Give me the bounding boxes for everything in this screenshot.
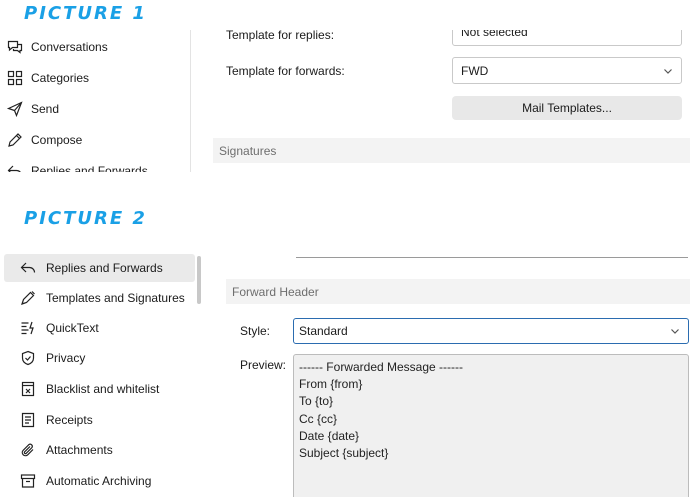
reply-icon xyxy=(20,262,36,273)
sidebar-item-label: QuickText xyxy=(46,321,99,335)
settings-sidebar: Replies and Forwards Templates and Signa… xyxy=(0,236,204,497)
sidebar-item-receipts[interactable]: Receipts xyxy=(4,406,195,434)
chevron-down-icon xyxy=(671,329,679,334)
preview-line: ------ Forwarded Message ------ xyxy=(299,360,464,374)
categories-icon xyxy=(7,70,23,86)
send-icon xyxy=(7,101,23,117)
sidebar-item-attachments[interactable]: Attachments xyxy=(4,436,195,464)
sidebar-item-replies-forwards[interactable]: Replies and Forwards xyxy=(7,160,148,172)
template-forwards-select[interactable]: FWD xyxy=(452,57,682,84)
sidebar-item-categories[interactable]: Categories xyxy=(7,67,89,89)
sidebar-item-label: Privacy xyxy=(46,351,86,365)
sidebar-item-label: Conversations xyxy=(31,40,108,54)
sidebar-item-quicktext[interactable]: QuickText xyxy=(4,314,195,342)
forward-header-section: Forward Header xyxy=(226,279,690,304)
sidebar-item-label: Replies and Forwards xyxy=(31,164,148,172)
sidebar-item-label: Templates and Signatures xyxy=(46,291,185,305)
preview-line: Cc {cc} xyxy=(299,411,338,426)
sidebar-item-label: Blacklist and whitelist xyxy=(46,382,160,396)
preview-line: To {to} xyxy=(299,394,334,409)
settings-sidebar: Conversations Categories Send Compose Re… xyxy=(0,30,191,172)
sidebar-item-send[interactable]: Send xyxy=(7,98,59,120)
picture-2-screenshot: Replies and Forwards Templates and Signa… xyxy=(0,236,690,497)
sidebar-item-label: Replies and Forwards xyxy=(46,261,163,275)
preview-line: Date {date} xyxy=(299,428,360,443)
signatures-section-header: Signatures xyxy=(213,138,690,163)
paperclip-icon xyxy=(21,443,34,457)
reply-icon xyxy=(7,165,21,172)
style-label: Style: xyxy=(240,324,271,338)
shield-icon xyxy=(21,350,35,366)
template-replies-select[interactable]: Not selected xyxy=(452,30,682,46)
preview-line: Subject {subject} xyxy=(299,446,389,461)
sidebar-item-blacklist[interactable]: Blacklist and whitelist xyxy=(4,375,195,403)
picture-2-label: PICTURE 2 xyxy=(24,208,147,229)
receipt-icon xyxy=(21,412,35,428)
style-value: Standard xyxy=(299,324,348,338)
quicktext-icon xyxy=(21,321,34,335)
sidebar-item-replies-forwards[interactable]: Replies and Forwards xyxy=(4,254,195,282)
sidebar-scrollbar[interactable] xyxy=(197,256,201,304)
template-replies-label: Template for replies: xyxy=(226,30,335,42)
sidebar-item-label: Categories xyxy=(31,71,90,85)
picture-1-screenshot: Conversations Categories Send Compose Re… xyxy=(0,30,690,172)
sidebar-item-label: Send xyxy=(31,102,60,116)
template-forwards-label: Template for forwards: xyxy=(226,64,345,78)
sidebar-item-label: Automatic Archiving xyxy=(46,474,152,488)
sidebar-item-label: Receipts xyxy=(46,413,93,427)
sidebar-item-conversations[interactable]: Conversations xyxy=(7,36,108,58)
archive-icon xyxy=(20,474,36,488)
conversations-icon xyxy=(7,40,23,54)
preview-line: From {from} xyxy=(299,377,363,392)
template-replies-value: Not selected xyxy=(461,30,528,39)
sidebar-item-label: Compose xyxy=(31,133,83,147)
compose-icon xyxy=(8,133,22,147)
preview-label: Preview: xyxy=(240,358,287,372)
sidebar-item-privacy[interactable]: Privacy xyxy=(4,344,195,372)
mail-templates-button[interactable]: Mail Templates... xyxy=(452,96,682,120)
sidebar-item-label: Attachments xyxy=(46,443,113,457)
sidebar-item-templates-signatures[interactable]: Templates and Signatures xyxy=(4,284,195,312)
chevron-down-icon xyxy=(664,69,672,74)
preview-textbox: ------ Forwarded Message ------ From {fr… xyxy=(293,354,689,497)
template-forwards-value: FWD xyxy=(461,63,489,78)
picture-1-label: PICTURE 1 xyxy=(24,3,147,24)
sidebar-item-compose[interactable]: Compose xyxy=(7,129,82,151)
pen-icon xyxy=(21,291,35,305)
divider xyxy=(296,257,688,258)
sidebar-item-automatic-archiving[interactable]: Automatic Archiving xyxy=(4,467,195,495)
style-select[interactable]: Standard xyxy=(293,318,689,344)
blacklist-icon xyxy=(21,381,35,397)
